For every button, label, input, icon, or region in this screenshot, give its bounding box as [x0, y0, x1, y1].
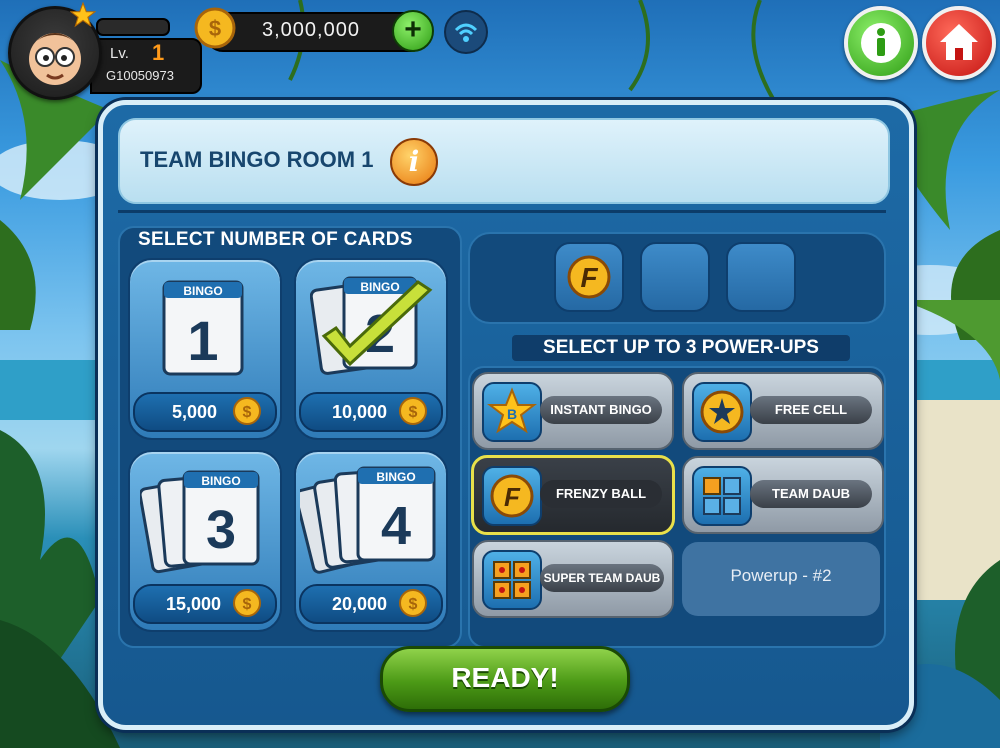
- powerup-slot-1[interactable]: F: [554, 242, 624, 312]
- wifi-icon: [444, 10, 488, 54]
- two-bingo-cards-icon: BINGO 2: [310, 276, 433, 375]
- svg-text:$: $: [409, 596, 418, 613]
- home-icon: [940, 24, 978, 60]
- add-coins-button[interactable]: +: [392, 10, 434, 52]
- level-number: 1: [152, 40, 165, 65]
- powerup-label: FREE CELL: [750, 396, 872, 424]
- powerup-label: FRENZY BALL: [540, 480, 662, 508]
- svg-text:F: F: [504, 482, 521, 512]
- level-panel: [90, 38, 202, 94]
- coin-balance: 3,000,000: [262, 19, 360, 41]
- bingo-card-header: BINGO: [201, 474, 240, 488]
- svg-text:B: B: [507, 406, 517, 422]
- card-price-1: 5,000: [172, 402, 218, 422]
- card-price-2: 10,000: [332, 402, 388, 422]
- panel-divider: [118, 210, 886, 213]
- card-price-4: 20,000: [332, 594, 388, 614]
- powerup-frenzy-ball[interactable]: F FRENZY BALL: [471, 455, 675, 535]
- room-title: TEAM BINGO ROOM 1: [140, 147, 374, 172]
- powerup-team-daub[interactable]: TEAM DAUB: [682, 456, 884, 534]
- bingo-card-header: BINGO: [183, 284, 222, 298]
- powerup-label: SUPER TEAM DAUB: [540, 564, 664, 592]
- bingo-card-icon: BINGO 1: [162, 280, 244, 376]
- card-price-3: 15,000: [166, 594, 222, 614]
- coin-icon: $: [194, 7, 236, 49]
- card-count-4: 4: [381, 496, 411, 556]
- powerup-free-cell[interactable]: FREE CELL: [682, 372, 884, 450]
- svg-text:F: F: [580, 262, 598, 293]
- powerup-placeholder-label: Powerup - #2: [730, 566, 832, 585]
- free-cell-icon: [692, 382, 752, 442]
- team-daub-icon: [692, 466, 752, 526]
- coin-icon: $: [233, 589, 261, 617]
- svg-text:$: $: [409, 404, 418, 421]
- card-count-1: 1: [187, 309, 218, 372]
- powerup-instant-bingo[interactable]: B INSTANT BINGO: [472, 372, 674, 450]
- coin-icon: $: [399, 397, 427, 425]
- game-scene: Lv. 1 G10050973 $ 3,000,000 + TEAM BINGO…: [0, 0, 1000, 748]
- coin-icon: $: [399, 589, 427, 617]
- powerup-label: TEAM DAUB: [750, 480, 872, 508]
- powerup-section-title: SELECT UP TO 3 POWER-UPS: [512, 335, 850, 361]
- powerup-slot-2[interactable]: [640, 242, 710, 312]
- info-button[interactable]: [844, 6, 918, 80]
- info-icon: [861, 23, 901, 63]
- powerup-slot-3[interactable]: [726, 242, 796, 312]
- star-icon: [70, 2, 96, 28]
- svg-text:$: $: [243, 404, 252, 421]
- card-section-title: SELECT NUMBER OF CARDS: [138, 229, 413, 250]
- room-info-button[interactable]: i: [390, 138, 438, 186]
- super-team-daub-icon: [482, 550, 542, 610]
- bingo-card-header: BINGO: [376, 470, 415, 484]
- bingo-card-header: BINGO: [360, 280, 399, 294]
- xp-bar: [96, 18, 170, 36]
- home-button[interactable]: [922, 6, 996, 80]
- player-id: G10050973: [106, 68, 174, 83]
- ready-button[interactable]: READY!: [380, 646, 630, 712]
- svg-text:$: $: [209, 16, 221, 41]
- powerup-super-team-daub[interactable]: SUPER TEAM DAUB: [472, 540, 674, 618]
- four-bingo-cards-icon: BINGO 4: [300, 466, 436, 574]
- frenzy-ball-icon: F: [567, 255, 611, 299]
- card-count-3: 3: [206, 500, 236, 560]
- three-bingo-cards-icon: BINGO 3: [140, 470, 260, 574]
- instant-bingo-icon: B: [482, 382, 542, 442]
- svg-text:$: $: [243, 596, 252, 613]
- frenzy-ball-icon: F: [482, 466, 542, 526]
- powerup-label: INSTANT BINGO: [540, 396, 662, 424]
- coin-icon: $: [233, 397, 261, 425]
- level-label: Lv.: [110, 45, 129, 62]
